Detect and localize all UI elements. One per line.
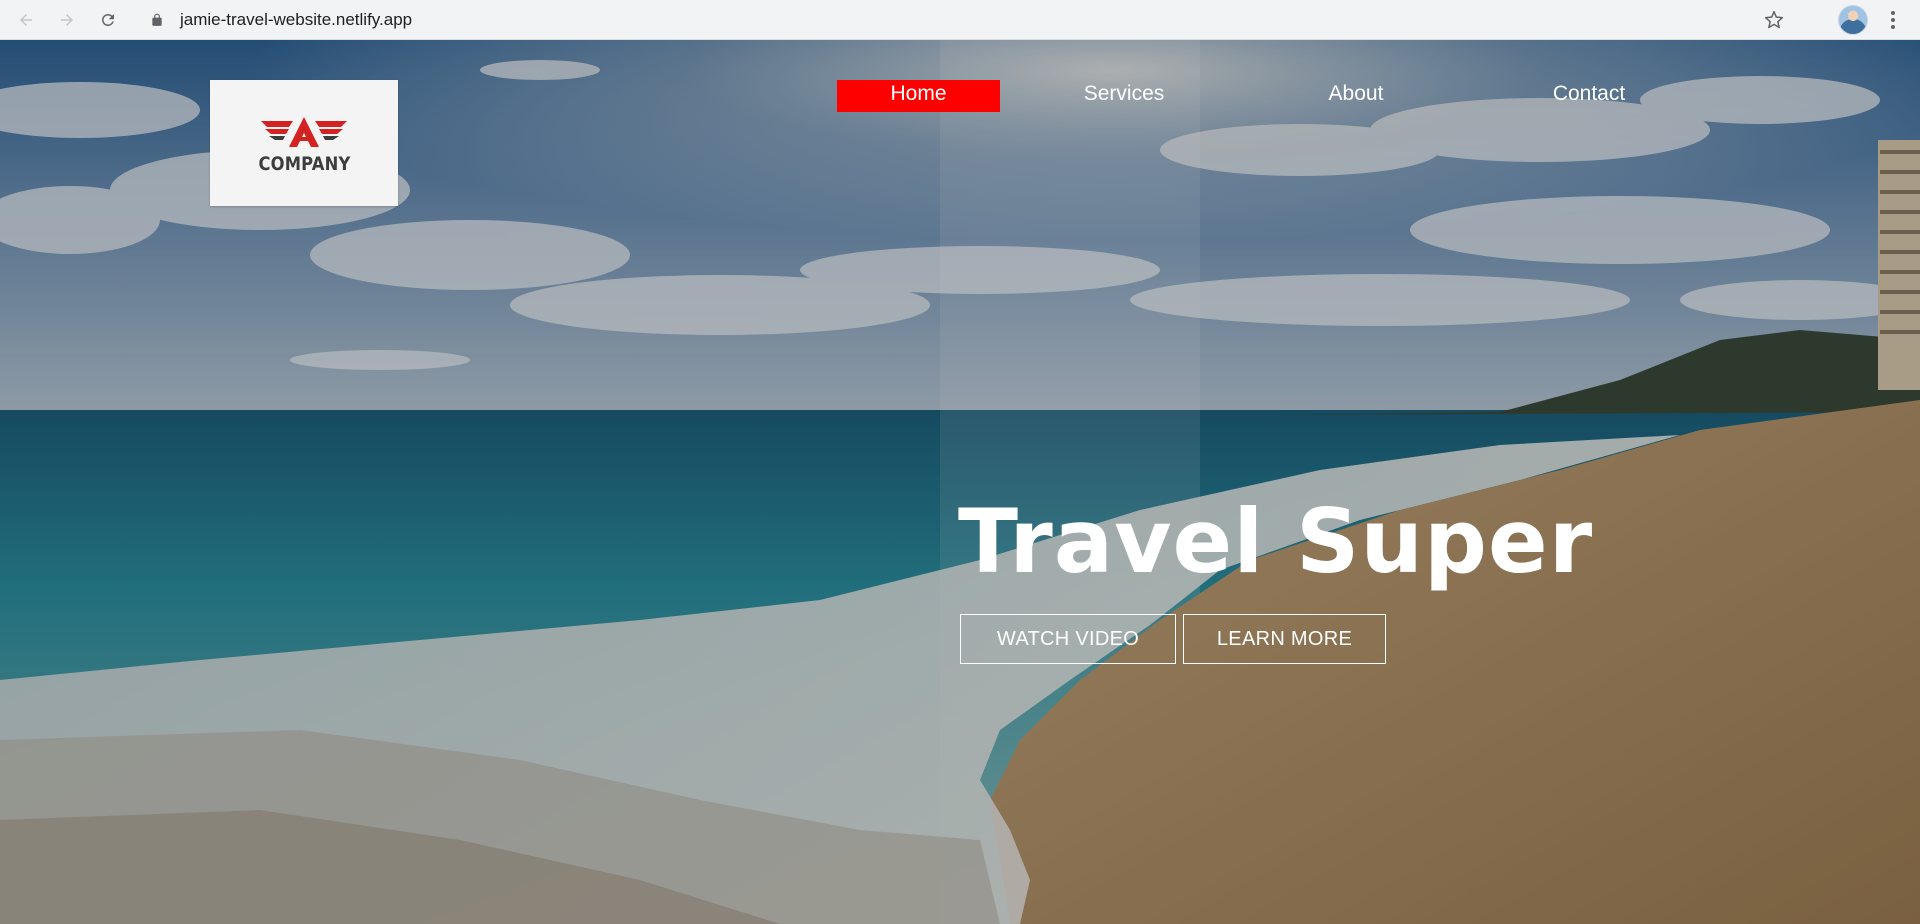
logo-text: COMPANY — [258, 153, 350, 175]
url-text: jamie-travel-website.netlify.app — [180, 10, 413, 29]
browser-toolbar: jamie-travel-website.netlify.app — [0, 0, 1920, 40]
main-navigation: Home Services About Contact — [0, 80, 1920, 112]
winged-a-logo-icon — [261, 117, 347, 147]
watch-video-button[interactable]: WATCH VIDEO — [960, 614, 1176, 664]
nav-about[interactable]: About — [1300, 80, 1412, 112]
lock-icon — [150, 13, 164, 27]
back-button[interactable] — [10, 4, 42, 36]
profile-avatar[interactable] — [1838, 5, 1868, 35]
nav-home[interactable]: Home — [837, 80, 1000, 112]
address-bar[interactable]: jamie-travel-website.netlify.app — [138, 4, 1808, 36]
learn-more-button[interactable]: LEARN MORE — [1183, 614, 1386, 664]
nav-services[interactable]: Services — [1060, 80, 1188, 112]
browser-menu-icon[interactable] — [1882, 8, 1904, 32]
hero-section: COMPANY Home Services About Contact Trav… — [0, 40, 1920, 924]
nav-contact[interactable]: Contact — [1536, 80, 1642, 112]
bookmark-star-icon[interactable] — [1764, 10, 1784, 30]
back-arrow-icon — [20, 14, 32, 26]
hero-title: Travel Super — [958, 490, 1594, 593]
forward-button[interactable] — [51, 4, 83, 36]
reload-icon — [101, 13, 114, 26]
forward-arrow-icon — [61, 14, 73, 26]
reload-button[interactable] — [92, 4, 124, 36]
